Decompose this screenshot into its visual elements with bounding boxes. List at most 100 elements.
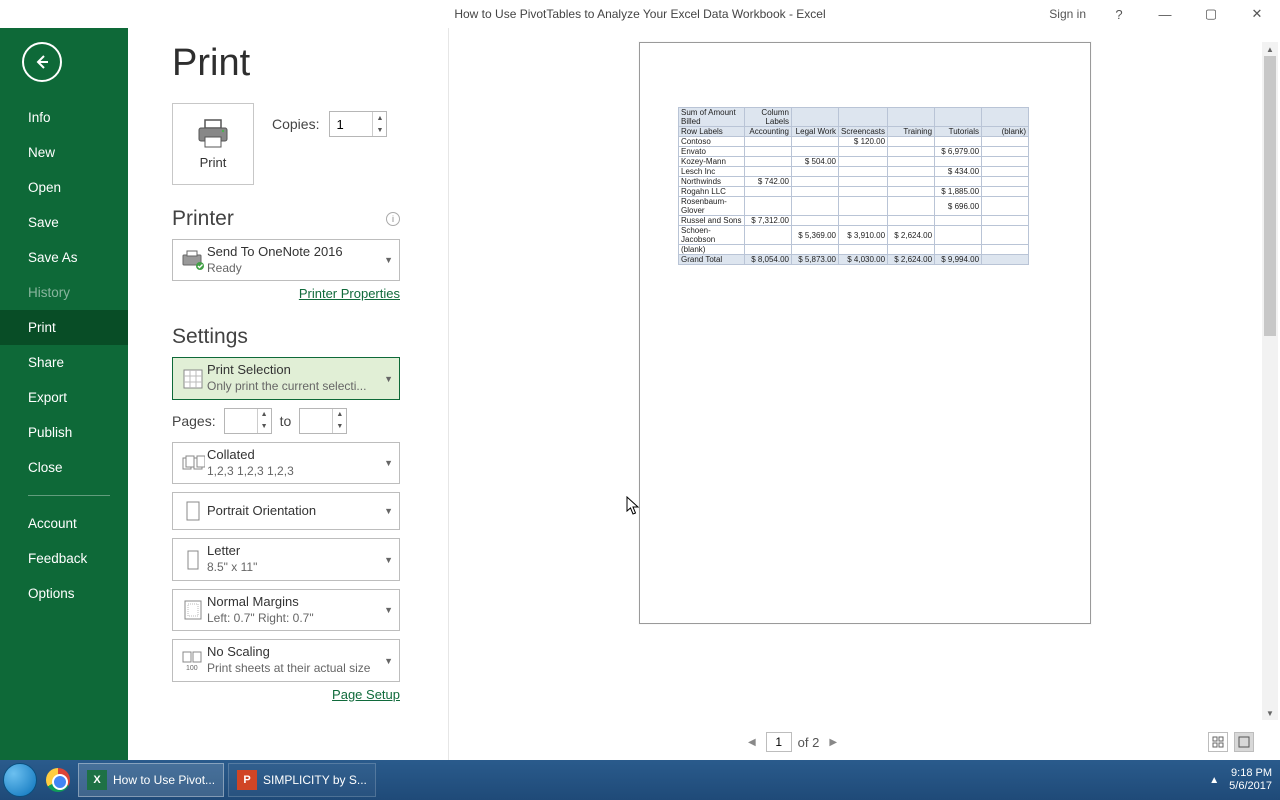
collation-sub: 1,2,3 1,2,3 1,2,3 bbox=[207, 464, 380, 480]
minimize-button[interactable]: — bbox=[1142, 0, 1188, 28]
sidebar-item-save[interactable]: Save bbox=[0, 205, 128, 240]
collate-icon bbox=[179, 452, 207, 474]
excel-icon: X bbox=[87, 770, 107, 790]
orientation-dropdown[interactable]: Portrait Orientation ▼ bbox=[172, 492, 400, 530]
taskbar-excel[interactable]: X How to Use Pivot... bbox=[78, 763, 224, 797]
settings-heading: Settings bbox=[172, 325, 248, 349]
chevron-down-icon: ▼ bbox=[380, 656, 393, 666]
scaling-icon: 100 bbox=[179, 650, 207, 672]
printer-info-icon[interactable]: i bbox=[386, 212, 400, 226]
clock-time: 9:18 PM bbox=[1229, 767, 1272, 780]
copies-input[interactable] bbox=[330, 112, 372, 136]
zoom-icon bbox=[1238, 736, 1250, 748]
start-button[interactable] bbox=[0, 760, 40, 800]
show-margins-button[interactable] bbox=[1208, 732, 1228, 752]
backstage-sidebar: Info New Open Save Save As History Print… bbox=[0, 28, 128, 760]
sidebar-item-share[interactable]: Share bbox=[0, 345, 128, 380]
paper-title: Letter bbox=[207, 543, 380, 560]
orientation-title: Portrait Orientation bbox=[207, 503, 380, 520]
chevron-down-icon: ▼ bbox=[380, 555, 393, 565]
printer-dropdown[interactable]: Send To OneNote 2016 Ready ▼ bbox=[172, 239, 400, 281]
printer-status-icon bbox=[179, 249, 207, 271]
pages-to-label: to bbox=[280, 413, 292, 429]
printer-heading: Printer bbox=[172, 207, 234, 231]
back-arrow-icon bbox=[33, 53, 51, 71]
printer-status: Ready bbox=[207, 261, 380, 277]
sidebar-item-saveas[interactable]: Save As bbox=[0, 240, 128, 275]
printer-properties-link[interactable]: Printer Properties bbox=[299, 286, 400, 301]
sidebar-item-new[interactable]: New bbox=[0, 135, 128, 170]
sidebar-item-close[interactable]: Close bbox=[0, 450, 128, 485]
vertical-scrollbar[interactable]: ▲ ▼ bbox=[1262, 42, 1278, 720]
taskbar-excel-label: How to Use Pivot... bbox=[113, 773, 215, 787]
paper-sub: 8.5" x 11" bbox=[207, 560, 380, 576]
clock[interactable]: 9:18 PM 5/6/2017 bbox=[1229, 767, 1272, 792]
preview-panel: Sum of Amount BilledColumn LabelsRow Lab… bbox=[448, 28, 1280, 760]
chrome-icon[interactable] bbox=[46, 768, 70, 792]
paper-icon bbox=[179, 549, 207, 571]
chevron-down-icon: ▼ bbox=[380, 458, 393, 468]
margins-title: Normal Margins bbox=[207, 594, 380, 611]
help-button[interactable]: ? bbox=[1096, 0, 1142, 28]
paper-dropdown[interactable]: Letter 8.5" x 11" ▼ bbox=[172, 538, 400, 580]
signin-link[interactable]: Sign in bbox=[1039, 7, 1096, 21]
printer-icon bbox=[196, 119, 230, 149]
sidebar-item-export[interactable]: Export bbox=[0, 380, 128, 415]
collation-title: Collated bbox=[207, 447, 380, 464]
prev-page-button[interactable]: ◀ bbox=[744, 737, 760, 748]
page-setup-link[interactable]: Page Setup bbox=[332, 687, 400, 702]
margins-icon bbox=[179, 599, 207, 621]
print-settings-panel: Print Print Copies: ▲▼ bbox=[128, 28, 448, 760]
pages-from-input[interactable] bbox=[225, 409, 257, 433]
sidebar-separator bbox=[28, 495, 110, 496]
scaling-title: No Scaling bbox=[207, 644, 380, 661]
collation-dropdown[interactable]: Collated 1,2,3 1,2,3 1,2,3 ▼ bbox=[172, 442, 400, 484]
back-button[interactable] bbox=[22, 42, 62, 82]
taskbar-powerpoint[interactable]: P SIMPLICITY by S... bbox=[228, 763, 376, 797]
close-button[interactable]: ✕ bbox=[1234, 0, 1280, 28]
preview-table: Sum of Amount BilledColumn LabelsRow Lab… bbox=[678, 107, 1029, 265]
sidebar-item-history: History bbox=[0, 275, 128, 310]
chevron-down-icon: ▼ bbox=[380, 374, 393, 384]
system-tray: ▲ 9:18 PM 5/6/2017 bbox=[1209, 767, 1280, 792]
tray-chevron-icon[interactable]: ▲ bbox=[1209, 775, 1219, 786]
titlebar: How to Use PivotTables to Analyze Your E… bbox=[0, 0, 1280, 28]
scroll-down-icon[interactable]: ▼ bbox=[1262, 706, 1278, 720]
sidebar-item-info[interactable]: Info bbox=[0, 100, 128, 135]
copies-label: Copies: bbox=[272, 116, 319, 132]
scroll-up-icon[interactable]: ▲ bbox=[1262, 42, 1278, 56]
printer-name: Send To OneNote 2016 bbox=[207, 244, 380, 261]
powerpoint-icon: P bbox=[237, 770, 257, 790]
pages-to-input[interactable] bbox=[300, 409, 332, 433]
sidebar-item-open[interactable]: Open bbox=[0, 170, 128, 205]
sidebar-item-options[interactable]: Options bbox=[0, 576, 128, 611]
print-area-dropdown[interactable]: Print Selection Only print the current s… bbox=[172, 357, 400, 399]
copies-down[interactable]: ▼ bbox=[373, 124, 386, 136]
pages-to-spinner[interactable]: ▲▼ bbox=[299, 408, 347, 434]
scroll-thumb[interactable] bbox=[1264, 56, 1276, 336]
next-page-button[interactable]: ▶ bbox=[825, 737, 841, 748]
print-button[interactable]: Print bbox=[172, 103, 254, 185]
copies-up[interactable]: ▲ bbox=[373, 112, 386, 124]
chevron-down-icon: ▼ bbox=[380, 506, 393, 516]
maximize-button[interactable]: ▢ bbox=[1188, 0, 1234, 28]
grid-icon bbox=[1212, 736, 1224, 748]
total-pages-label: of 2 bbox=[798, 735, 820, 750]
copies-spinner[interactable]: ▲▼ bbox=[329, 111, 387, 137]
page-title: Print bbox=[172, 42, 448, 85]
sidebar-item-feedback[interactable]: Feedback bbox=[0, 541, 128, 576]
sidebar-item-account[interactable]: Account bbox=[0, 506, 128, 541]
sidebar-item-publish[interactable]: Publish bbox=[0, 415, 128, 450]
pages-label: Pages: bbox=[172, 413, 216, 429]
zoom-to-page-button[interactable] bbox=[1234, 732, 1254, 752]
chevron-down-icon: ▼ bbox=[380, 605, 393, 615]
taskbar-ppt-label: SIMPLICITY by S... bbox=[263, 773, 367, 787]
sidebar-item-print[interactable]: Print bbox=[0, 310, 128, 345]
page-number-input[interactable] bbox=[766, 732, 792, 752]
clock-date: 5/6/2017 bbox=[1229, 780, 1272, 793]
portrait-icon bbox=[179, 500, 207, 522]
scaling-dropdown[interactable]: 100 No Scaling Print sheets at their act… bbox=[172, 639, 400, 681]
pages-from-spinner[interactable]: ▲▼ bbox=[224, 408, 272, 434]
svg-text:100: 100 bbox=[186, 665, 198, 672]
margins-dropdown[interactable]: Normal Margins Left: 0.7" Right: 0.7" ▼ bbox=[172, 589, 400, 631]
